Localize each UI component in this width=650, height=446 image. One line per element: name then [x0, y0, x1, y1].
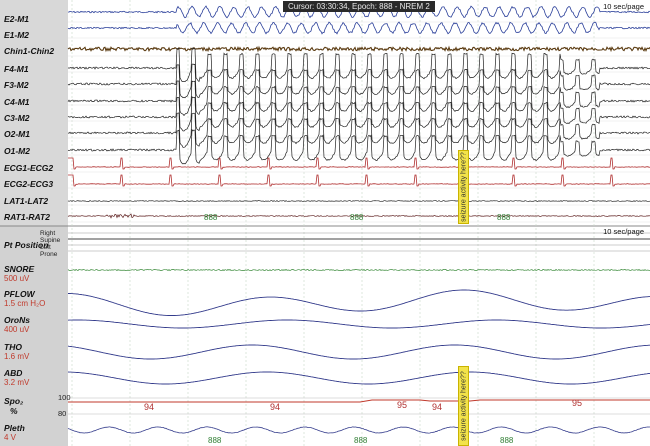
channel-label-snore: SNORE	[4, 264, 35, 274]
trace-pleth	[67, 426, 650, 434]
seizure-annotation-lower[interactable]: seizure activity here??	[458, 366, 469, 446]
channel-label-c4m1: C4-M1	[4, 97, 30, 107]
page-rate-top[interactable]: 10 sec/page	[603, 2, 644, 11]
channel-label-rat: RAT1-RAT2	[4, 212, 50, 222]
epoch-label: 888	[497, 213, 511, 222]
seizure-annotation-text: seizure activity here??	[460, 371, 467, 441]
spo2-value: 95	[397, 400, 408, 410]
psg-viewer: E2-M1 E1-M2 Chin1-Chin2 F4-M1 F3-M2 C4-M…	[0, 0, 650, 446]
spo2-axis-top: 100	[58, 393, 71, 402]
channel-label-c3m2: C3-M2	[4, 113, 30, 123]
trace-e1m2	[67, 21, 650, 35]
spo2-unit: %	[10, 406, 18, 416]
seizure-annotation-text: seizure activity here??	[460, 152, 467, 222]
channel-label-abd: ABD	[4, 368, 23, 378]
trace-abd	[67, 371, 650, 385]
epoch-label: 888	[204, 213, 218, 222]
position-prone: Prone	[40, 251, 58, 258]
scale-oronas: 400 uV	[4, 325, 30, 334]
spo2-axis-bottom: 80	[58, 409, 67, 418]
spo2-value: 95	[572, 398, 583, 408]
trace-eeg-0	[67, 47, 650, 83]
epoch-label: 888	[208, 436, 222, 445]
trace-pflow	[68, 289, 650, 316]
channel-label-chin: Chin1-Chin2	[4, 46, 55, 56]
cursor-status: Cursor: 03:30:34, Epoch: 888 - NREM 2	[283, 1, 435, 12]
channel-label-e2m1: E2-M1	[4, 14, 30, 24]
channel-label-ecg12: ECG1-ECG2	[4, 163, 54, 173]
channel-label-pleth: Pleth	[4, 423, 25, 433]
scale-pleth: 4 V	[4, 433, 17, 442]
scale-tho: 1.6 mV	[4, 352, 30, 361]
trace-eeg-2	[67, 80, 650, 117]
channel-label-pflow: PFLOW	[4, 289, 35, 299]
spo2-value: 94	[270, 402, 281, 412]
trace-snore	[67, 268, 650, 272]
channel-label-o2m1: O2-M1	[4, 129, 30, 139]
page-rate-bottom[interactable]: 10 sec/page	[603, 227, 644, 236]
channel-label-lat: LAT1-LAT2	[4, 196, 49, 206]
channel-label-ecg23: ECG2-ECG3	[4, 179, 54, 189]
scale-pflow: 1.5 cm H₂O	[4, 299, 46, 308]
trace-spo2	[68, 399, 650, 403]
channel-label-f3m2: F3-M2	[4, 80, 29, 90]
epoch-label: 888	[350, 213, 364, 222]
scale-abd: 3.2 mV	[4, 378, 30, 387]
channel-label-oronas: OroNs	[4, 315, 30, 325]
position-supine: Supine	[40, 237, 61, 244]
position-left: Left	[40, 244, 51, 251]
position-right: Right	[40, 230, 56, 237]
channel-label-spo2: Spo₂	[4, 396, 24, 406]
channel-label-e1m2: E1-M2	[4, 30, 30, 40]
spo2-value: 94	[144, 402, 155, 412]
seizure-annotation-upper[interactable]: seizure activity here??	[458, 150, 469, 224]
epoch-label: 888	[500, 436, 514, 445]
trace-chin	[67, 45, 650, 53]
scale-snore: 500 uV	[4, 274, 30, 283]
trace-tho	[67, 344, 650, 360]
trace-lat	[67, 200, 650, 202]
trace-oronas	[67, 319, 650, 329]
channel-label-f4m1: F4-M1	[4, 64, 29, 74]
channel-label-tho: THO	[4, 342, 22, 352]
trace-eeg-3	[67, 96, 650, 132]
trace-canvas	[0, 0, 650, 446]
trace-ecg-1	[68, 174, 650, 187]
channel-label-o1m2: O1-M2	[4, 146, 30, 156]
spo2-value: 94	[432, 402, 443, 412]
epoch-label: 888	[354, 436, 368, 445]
